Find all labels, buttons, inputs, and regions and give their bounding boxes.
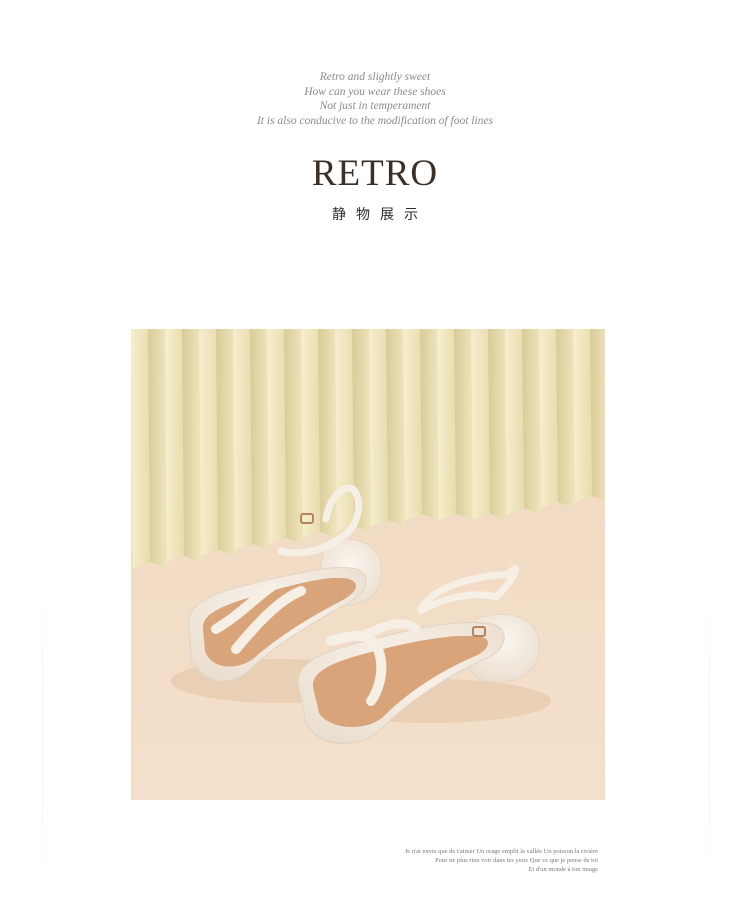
intro-line: Not just in temperament bbox=[319, 100, 431, 112]
intro-line: Retro and slightly sweet bbox=[319, 71, 431, 83]
caption-line: Pour ne plus rien voir dans tes yeux Que… bbox=[435, 857, 598, 864]
product-photo bbox=[131, 329, 605, 800]
caption-line: Et d'un monde à ton image bbox=[528, 866, 598, 873]
intro-text: Retro and slightly sweet How can you wea… bbox=[0, 70, 750, 128]
intro-line: It is also conducive to the modification… bbox=[256, 114, 494, 127]
left-edge-divider bbox=[42, 560, 43, 914]
french-caption: Je n'ai envie que de t'aimer Un orage em… bbox=[405, 847, 598, 874]
sandals-still-life-image bbox=[131, 329, 605, 800]
intro-line: How can you wear these shoes bbox=[304, 85, 446, 98]
page-title: RETRO bbox=[311, 153, 439, 194]
page-subtitle: 静物展示 bbox=[332, 207, 428, 223]
right-edge-divider bbox=[709, 560, 710, 914]
caption-line: Je n'ai envie que de t'aimer Un orage em… bbox=[404, 848, 598, 855]
